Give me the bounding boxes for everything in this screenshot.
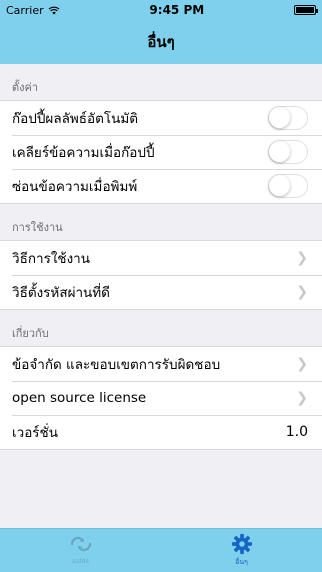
row-label: วิธีการใช้งาน [12,251,90,267]
section-header-usage: การใช้งาน [12,221,63,234]
clear-on-copy-toggle[interactable] [268,140,308,164]
auto-copy-toggle[interactable] [268,106,308,130]
section-header-about: เกี่ยวกับ [12,327,49,340]
chevron-right-icon: ❯ [296,284,308,300]
settings-group: ก๊อปปี้ผลลัพธ์อัตโนมัติ เคลียร์ข้อความเม… [0,100,322,204]
toggle-knob [269,141,290,162]
tab-label: แปลง [72,557,89,565]
row-label: ก๊อปปี้ผลลัพธ์อัตโนมัติ [12,111,139,127]
row-label: เคลียร์ข้อความเมื่อก๊อปปี้ [12,145,155,161]
carrier-label: Carrier [6,3,44,17]
top-bar: Carrier 9:45 PM อื่นๆ [0,0,322,64]
hide-text-toggle[interactable] [268,174,308,198]
row-label: วิธีตั้งรหัสผ่านที่ดี [12,285,110,301]
usage-group: วิธีการใช้งาน ❯ วิธีตั้งรหัสผ่านที่ดี ❯ [0,240,322,310]
row-how-to-use[interactable]: วิธีการใช้งาน ❯ [0,241,322,275]
row-version: เวอร์ชั่น 1.0 [0,415,322,449]
tab-more[interactable]: อื่นๆ [161,529,322,572]
chevron-right-icon: ❯ [296,390,308,406]
row-label: ข้อจำกัด และขอบเขตการรับผิดชอบ [12,357,221,373]
toggle-knob [269,175,290,196]
chevron-right-icon: ❯ [296,356,308,372]
tab-convert[interactable]: แปลง [0,529,161,572]
row-label: open source license [12,390,147,406]
row-clear-on-copy: เคลียร์ข้อความเมื่อก๊อปปี้ [0,135,322,169]
status-bar: Carrier 9:45 PM [0,0,322,20]
tab-label: อื่นๆ [235,558,248,566]
row-disclaimer[interactable]: ข้อจำกัด และขอบเขตการรับผิดชอบ ❯ [0,347,322,381]
page-title: อื่นๆ [147,33,175,51]
row-label: ซ่อนข้อความเมื่อพิมพ์ [12,179,138,195]
toggle-knob [269,107,290,128]
tab-bar: แปลง อื่นๆ [0,528,322,572]
version-value: 1.0 [285,424,308,440]
chevron-right-icon: ❯ [296,250,308,266]
row-hide-text: ซ่อนข้อความเมื่อพิมพ์ [0,169,322,203]
row-open-source-license[interactable]: open source license ❯ [0,381,322,415]
row-good-password[interactable]: วิธีตั้งรหัสผ่านที่ดี ❯ [0,275,322,309]
gear-icon [231,533,252,555]
battery-icon [293,5,318,15]
clock: 9:45 PM [149,3,205,17]
section-header-settings: ตั้งค่า [12,81,39,94]
settings-list: ตั้งค่า ก๊อปปี้ผลลัพธ์อัตโนมัติ เคลียร์ข… [0,64,322,528]
about-group: ข้อจำกัด และขอบเขตการรับผิดชอบ ❯ open so… [0,346,322,450]
convert-icon [70,536,91,552]
row-label: เวอร์ชั่น [12,425,58,441]
wifi-icon [48,6,60,14]
row-auto-copy: ก๊อปปี้ผลลัพธ์อัตโนมัติ [0,101,322,135]
